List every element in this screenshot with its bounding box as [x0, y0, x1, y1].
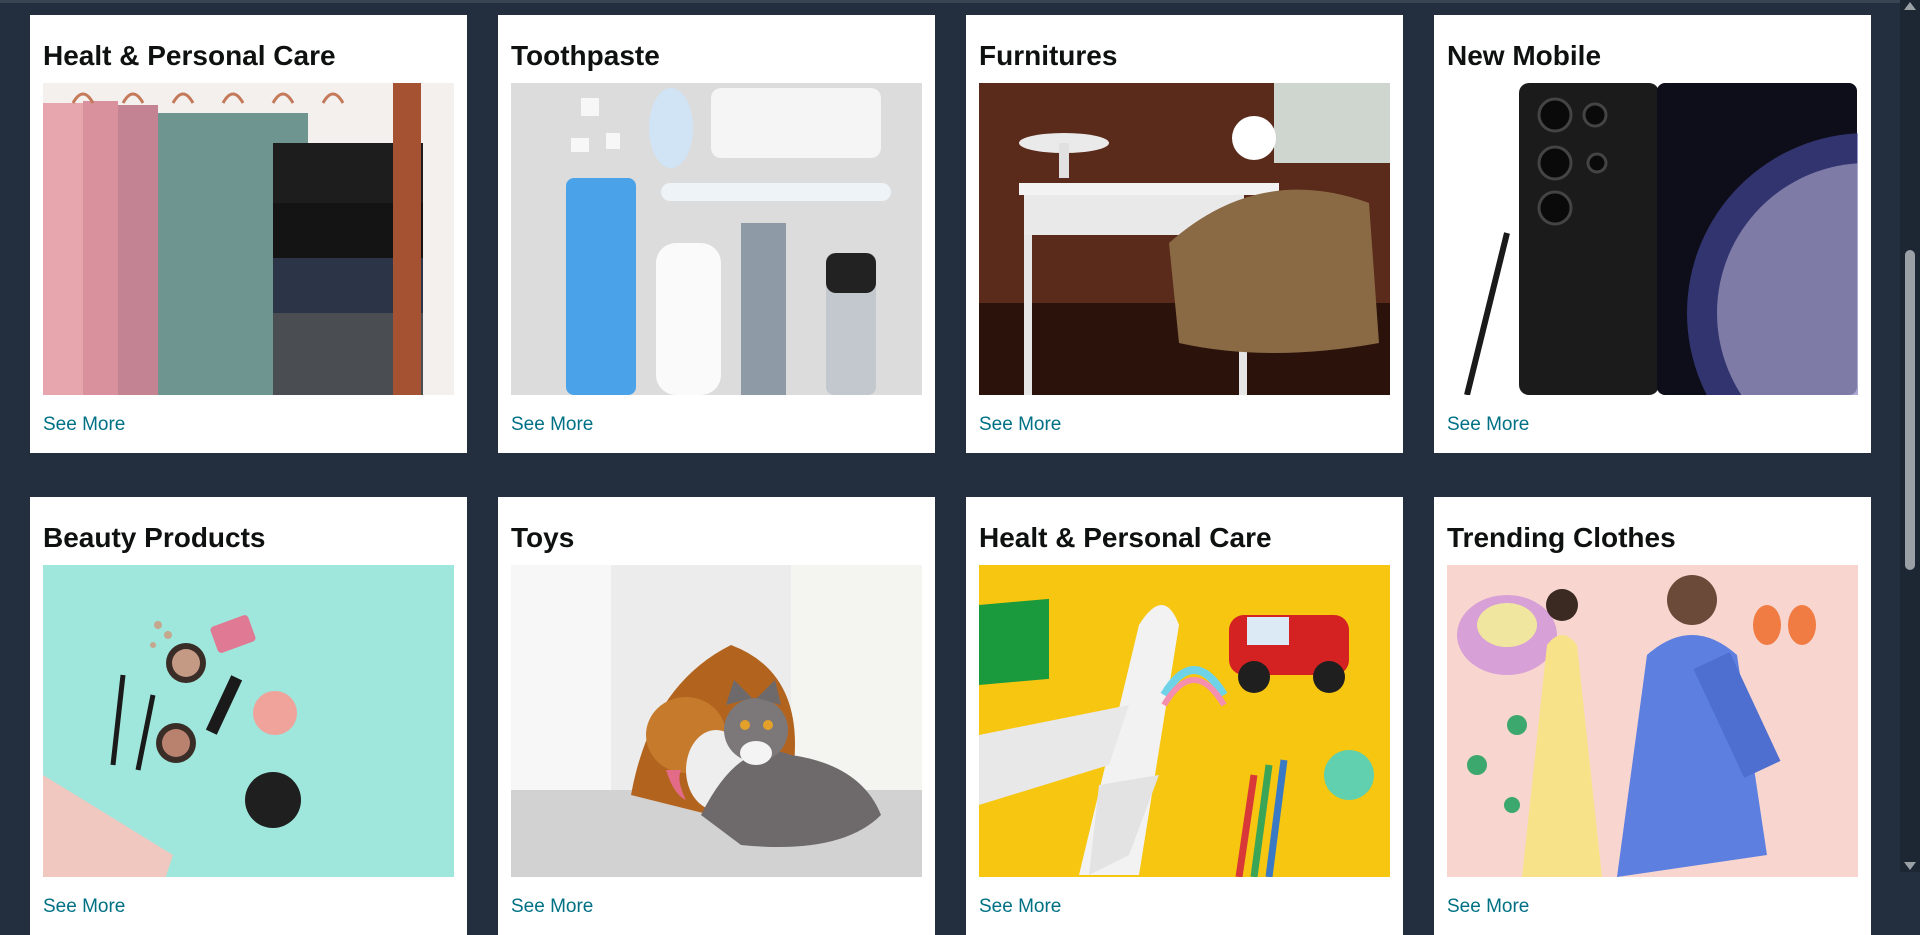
scroll-down-arrow-icon[interactable]: [1904, 862, 1916, 870]
category-grid: Healt & Personal Care See More Toothpast…: [30, 15, 1871, 935]
category-card: New Mobile See More: [1434, 15, 1871, 453]
card-title: Healt & Personal Care: [979, 522, 1272, 553]
card-title: Toys: [511, 522, 575, 553]
category-card: Healt & Personal Care See More: [30, 15, 467, 453]
see-more-link[interactable]: See More: [1447, 896, 1858, 918]
see-more-link[interactable]: See More: [979, 414, 1390, 436]
card-title: Trending Clothes: [1447, 522, 1676, 553]
makeup-image[interactable]: [43, 565, 454, 877]
dog-cat-image[interactable]: [511, 565, 922, 877]
card-title: Healt & Personal Care: [43, 40, 336, 71]
category-card: Healt & Personal Care See More: [966, 497, 1403, 935]
category-card: Toothpaste See More: [498, 15, 935, 453]
card-title: Toothpaste: [511, 40, 660, 71]
category-card: Furnitures See More: [966, 15, 1403, 453]
card-title: Furnitures: [979, 40, 1118, 71]
desk-chair-image[interactable]: [979, 83, 1390, 395]
card-title: New Mobile: [1447, 40, 1602, 71]
toiletries-image[interactable]: [511, 83, 922, 395]
see-more-link[interactable]: See More: [1447, 414, 1858, 436]
top-border: [0, 0, 1900, 3]
scroll-thumb[interactable]: [1905, 250, 1915, 570]
scroll-up-arrow-icon[interactable]: [1904, 2, 1916, 10]
see-more-link[interactable]: See More: [511, 414, 922, 436]
see-more-link[interactable]: See More: [511, 896, 922, 918]
fashion-image[interactable]: [1447, 565, 1858, 877]
see-more-link[interactable]: See More: [43, 896, 454, 918]
see-more-link[interactable]: See More: [979, 896, 1390, 918]
category-card: Beauty Products See More: [30, 497, 467, 935]
card-title: Beauty Products: [43, 522, 266, 553]
vertical-scrollbar[interactable]: [1900, 0, 1920, 872]
category-card: Toys See More: [498, 497, 935, 935]
hanging-scarves-image[interactable]: [43, 83, 454, 395]
toy-plane-car-image[interactable]: [979, 565, 1390, 877]
see-more-link[interactable]: See More: [43, 414, 454, 436]
smartphone-image[interactable]: [1447, 83, 1858, 395]
category-card: Trending Clothes See More: [1434, 497, 1871, 935]
